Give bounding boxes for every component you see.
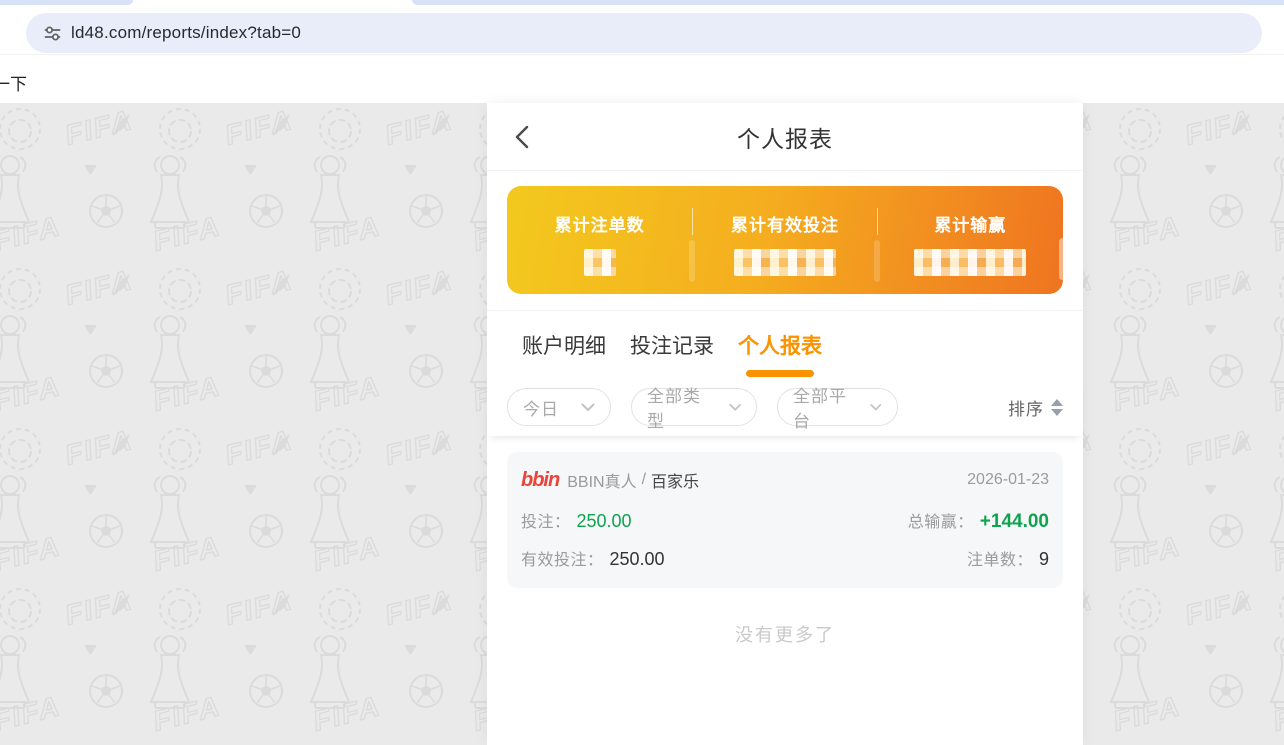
stats-section: 累计注单数 累计有效投注 累计输赢 bbox=[487, 171, 1083, 311]
cutoff-page-text: 一下 bbox=[0, 70, 27, 95]
win-value: +144.00 bbox=[980, 511, 1049, 533]
chevron-down-icon bbox=[581, 403, 595, 412]
report-record-card[interactable]: bbin BBIN真人 / 百家乐 2026-01-23 投注： 250.00 … bbox=[507, 452, 1063, 588]
page-top-strip: 一下 bbox=[0, 56, 1284, 103]
stat-label: 累计输赢 bbox=[934, 211, 1006, 236]
count-label: 注单数： bbox=[967, 546, 1033, 570]
platform-filter-dropdown[interactable]: 全部平台 bbox=[777, 388, 898, 426]
page-title: 个人报表 bbox=[737, 120, 833, 154]
tab-label: 账户明细 bbox=[522, 330, 606, 360]
bet-value: 250.00 bbox=[577, 511, 632, 532]
chevron-down-icon bbox=[729, 403, 741, 412]
record-header-row: bbin BBIN真人 / 百家乐 2026-01-23 bbox=[521, 468, 1049, 492]
record-date: 2026-01-23 bbox=[967, 471, 1049, 489]
tune-icon[interactable] bbox=[44, 25, 61, 42]
record-game: 百家乐 bbox=[651, 468, 699, 492]
stat-win-loss: 累计输赢 bbox=[878, 186, 1063, 294]
bet-label: 投注： bbox=[521, 508, 571, 532]
sort-arrows-icon bbox=[1051, 399, 1063, 416]
masked-value-mosaic bbox=[584, 249, 616, 276]
tab-label: 投注记录 bbox=[630, 330, 714, 360]
report-header: 个人报表 bbox=[487, 103, 1083, 171]
report-panel: 个人报表 累计注单数 累计有效投注 累计输赢 账户明细 投注记录 bbox=[487, 103, 1083, 745]
tab-label: 个人报表 bbox=[738, 330, 822, 360]
sort-button[interactable]: 排序 bbox=[1008, 395, 1063, 420]
record-platform: BBIN真人 bbox=[567, 468, 636, 492]
tab-bet-records[interactable]: 投注记录 bbox=[628, 311, 716, 378]
stat-valid-bets: 累计有效投注 bbox=[692, 186, 877, 294]
browser-toolbar: ld48.com/reports/index?tab=0 bbox=[0, 5, 1284, 55]
stat-label: 累计有效投注 bbox=[731, 211, 839, 236]
masked-value-mosaic bbox=[734, 249, 836, 276]
no-more-text: 没有更多了 bbox=[487, 621, 1083, 647]
dropdown-value: 全部平台 bbox=[793, 382, 852, 432]
active-tab-underline bbox=[746, 370, 814, 377]
valid-bet-label: 有效投注： bbox=[521, 546, 604, 570]
sort-label: 排序 bbox=[1008, 395, 1044, 420]
record-separator: / bbox=[642, 471, 646, 489]
address-bar[interactable]: ld48.com/reports/index?tab=0 bbox=[26, 13, 1262, 53]
chevron-down-icon bbox=[870, 403, 882, 412]
chevron-left-icon bbox=[515, 125, 529, 149]
masked-value-mosaic bbox=[914, 249, 1026, 276]
date-filter-dropdown[interactable]: 今日 bbox=[507, 388, 611, 426]
valid-bet-value: 250.00 bbox=[610, 549, 665, 570]
stat-bet-count: 累计注单数 bbox=[507, 186, 692, 294]
back-button[interactable] bbox=[515, 125, 537, 149]
dropdown-value: 今日 bbox=[523, 395, 559, 420]
win-label: 总输赢： bbox=[908, 508, 974, 532]
type-filter-dropdown[interactable]: 全部类型 bbox=[631, 388, 757, 426]
bbin-logo: bbin bbox=[521, 470, 559, 490]
tab-personal-report[interactable]: 个人报表 bbox=[736, 311, 824, 378]
tab-account-details[interactable]: 账户明细 bbox=[520, 311, 608, 378]
dropdown-value: 全部类型 bbox=[647, 382, 711, 432]
record-bet-row: 投注： 250.00 总输赢： +144.00 bbox=[521, 508, 1049, 533]
cumulative-stats-card[interactable]: 累计注单数 累计有效投注 累计输赢 bbox=[507, 186, 1063, 294]
report-tabs: 账户明细 投注记录 个人报表 bbox=[487, 311, 1083, 378]
stat-card-edge-pill bbox=[1059, 238, 1066, 280]
url-text[interactable]: ld48.com/reports/index?tab=0 bbox=[71, 23, 301, 43]
count-value: 9 bbox=[1039, 549, 1049, 570]
filter-bar: 今日 全部类型 全部平台 排序 bbox=[487, 378, 1083, 436]
record-valid-row: 有效投注： 250.00 注单数： 9 bbox=[521, 546, 1049, 570]
stat-label: 累计注单数 bbox=[555, 211, 645, 236]
